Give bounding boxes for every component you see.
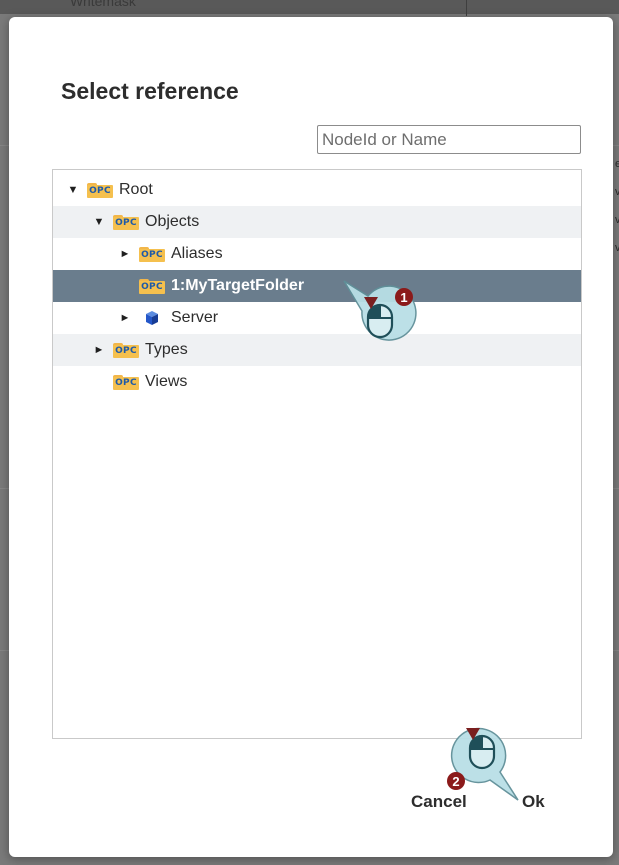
expand-toggle-icon[interactable]: ▼	[67, 184, 79, 196]
background-fragment: v	[615, 186, 619, 198]
server-cube-icon	[146, 311, 158, 325]
tree-node-label: Views	[145, 373, 188, 390]
tree-node-label: Objects	[145, 213, 200, 230]
tree-node-mytargetfolder[interactable]: OPC 1:MyTargetFolder	[53, 270, 581, 302]
node-tree: ▼ OPC Root ▼ OPC Objects ► OPC Aliases O…	[52, 169, 582, 739]
opc-folder-icon: OPC	[139, 246, 165, 262]
opc-folder-icon: OPC	[113, 374, 139, 390]
background-fragment: e	[615, 158, 619, 170]
background-writemask-label: Writemask	[70, 0, 136, 9]
tree-node-label: Types	[145, 341, 188, 358]
tree-node-label: 1:MyTargetFolder	[171, 277, 305, 294]
click-callout-2: 2	[447, 727, 519, 801]
background-fragment: v	[615, 214, 619, 226]
tree-node-label: Aliases	[171, 245, 223, 262]
opc-folder-icon: OPC	[139, 278, 165, 294]
tree-node-views[interactable]: OPC Views	[53, 366, 581, 398]
step-number-2: 2	[452, 774, 459, 789]
tree-node-label: Root	[119, 181, 153, 198]
tree-node-label: Server	[171, 309, 219, 326]
search-input[interactable]	[317, 125, 581, 154]
ok-button[interactable]: Ok	[522, 792, 545, 812]
expand-toggle-icon[interactable]: ►	[119, 312, 131, 324]
expand-toggle-icon[interactable]: ▼	[93, 216, 105, 228]
click-callout-1: 1	[343, 280, 417, 341]
background-fragment: v	[615, 242, 619, 254]
background-header: Writemask	[0, 0, 619, 14]
tree-node-server[interactable]: ► Server	[53, 302, 581, 334]
expand-toggle-icon[interactable]: ►	[119, 248, 131, 260]
tree-node-root[interactable]: ▼ OPC Root	[53, 174, 581, 206]
step-number-1: 1	[400, 290, 407, 305]
opc-folder-icon: OPC	[113, 342, 139, 358]
opc-folder-icon: OPC	[113, 214, 139, 230]
background-divider	[466, 0, 467, 16]
tree-node-aliases[interactable]: ► OPC Aliases	[53, 238, 581, 270]
expand-toggle-icon[interactable]: ►	[93, 344, 105, 356]
opc-folder-icon: OPC	[87, 182, 113, 198]
dialog-title: Select reference	[61, 78, 239, 104]
tree-node-objects[interactable]: ▼ OPC Objects	[53, 206, 581, 238]
tree-node-types[interactable]: ► OPC Types	[53, 334, 581, 366]
